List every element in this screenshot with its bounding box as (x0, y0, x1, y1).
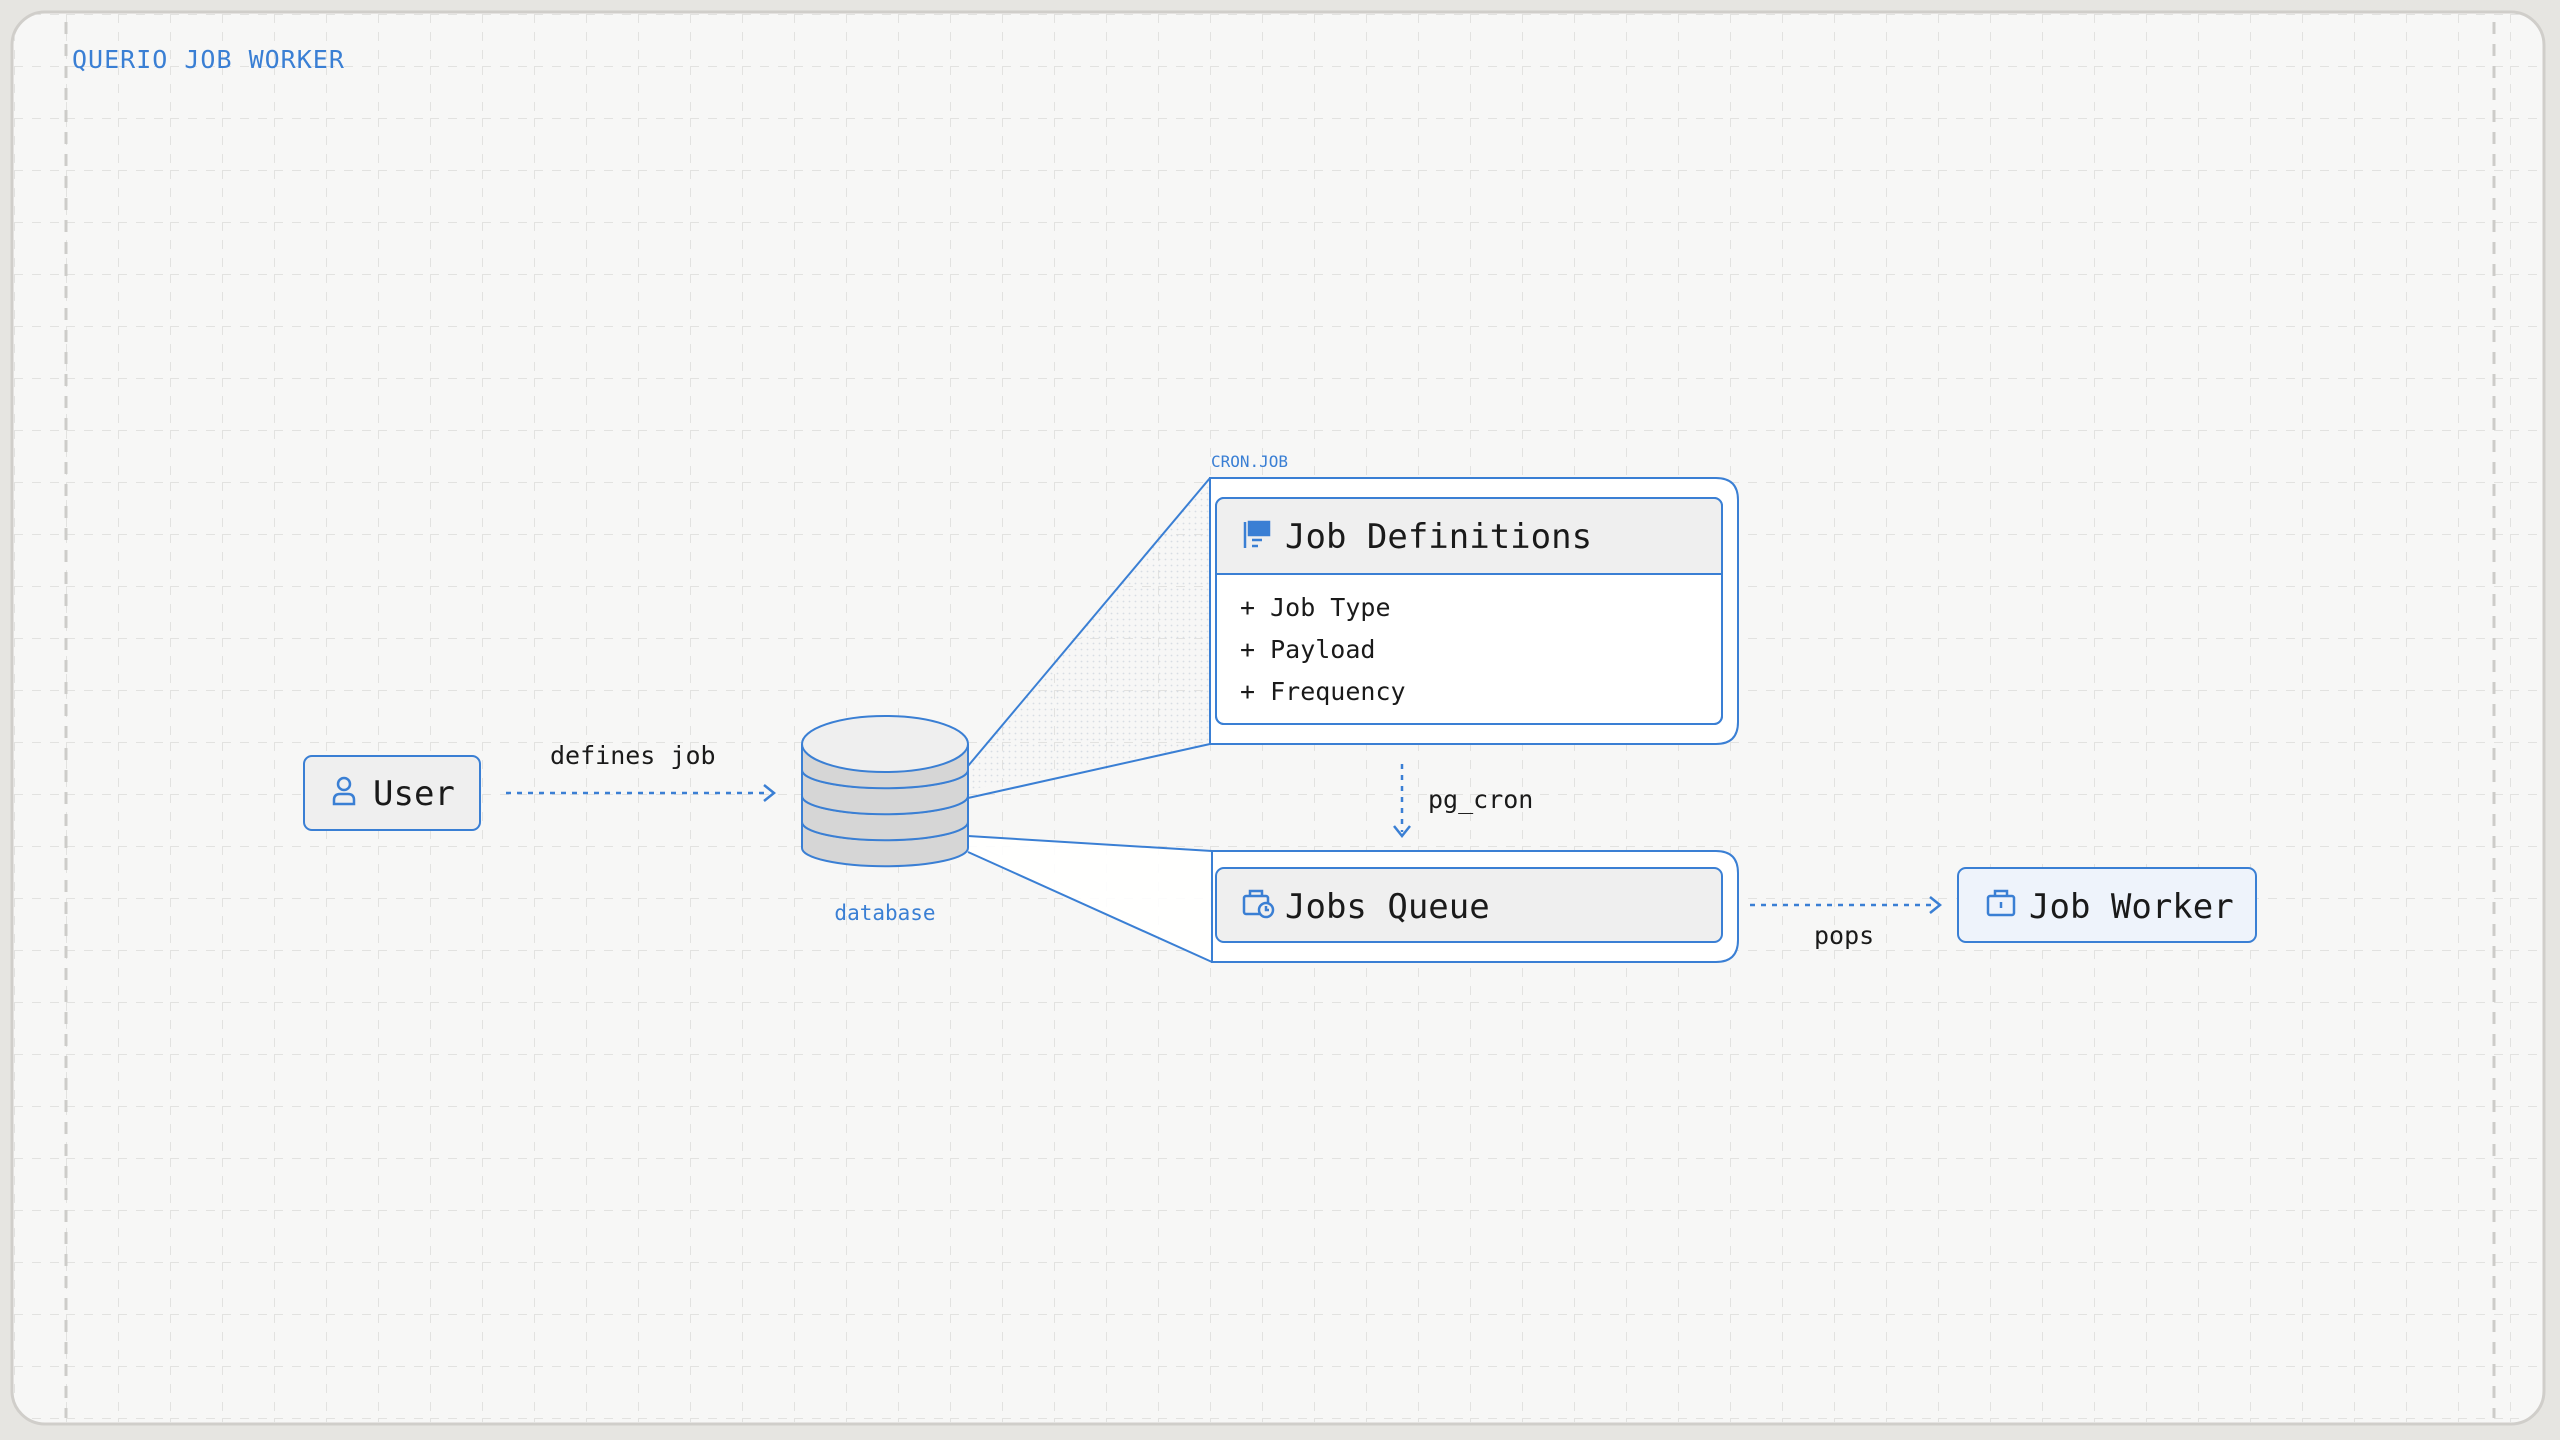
job-definitions-node[interactable]: Job Definitions + Job Type + Payload + F… (1215, 497, 1723, 725)
job-definitions-title: Job Definitions (1285, 517, 1592, 557)
diagram-title: QUERIO JOB WORKER (72, 45, 345, 74)
jobs-queue-title: Jobs Queue (1285, 887, 1490, 927)
user-node[interactable]: User (303, 755, 481, 831)
field-payload: + Payload (1240, 635, 1375, 664)
field-frequency: + Frequency (1240, 677, 1406, 706)
job-worker-node[interactable]: Job Worker (1957, 867, 2257, 943)
jobs-queue-node[interactable]: Jobs Queue (1215, 867, 1723, 943)
database-icon[interactable] (801, 715, 969, 868)
field-job-type: + Job Type (1240, 593, 1391, 622)
edge-label-pg-cron: pg_cron (1428, 785, 1533, 814)
group-label: CRON.JOB (1211, 452, 1288, 471)
job-worker-title: Job Worker (2029, 887, 2234, 927)
edge-label-pops: pops (1814, 921, 1874, 950)
edge-label-defines-job: defines job (550, 741, 716, 770)
user-label: User (373, 774, 455, 814)
database-label: database (834, 901, 935, 925)
diagram-canvas: QUERIO JOB WORKER CRON.JOB Job Definitio… (10, 10, 2546, 1426)
